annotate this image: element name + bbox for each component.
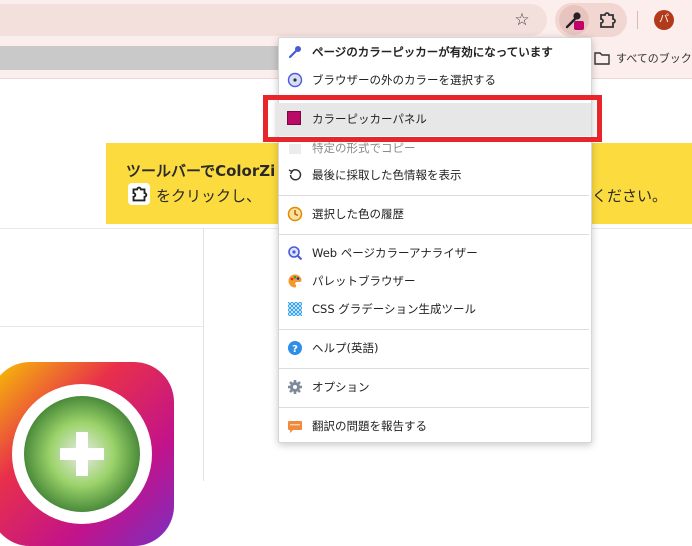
menu-item-label: ページのカラーピッカーが有効になっています: [312, 45, 553, 59]
folder-icon[interactable]: [593, 50, 611, 66]
banner-title: ツールバーでColorZi: [126, 162, 276, 180]
menu-item-screen-picker[interactable]: ブラウザーの外のカラーを選択する: [279, 68, 589, 92]
menu-item-report-translation[interactable]: 翻訳の問題を報告する: [279, 414, 589, 438]
pane-divider-vertical: [203, 228, 204, 481]
colorzilla-extension-button[interactable]: [559, 5, 589, 35]
menu-separator: [279, 407, 589, 408]
banner-text-end: ください。: [592, 187, 668, 205]
menu-item-help[interactable]: ? ヘルプ(英語): [279, 336, 589, 360]
menu-item-page-analyzer[interactable]: Web ページカラーアナライザー: [279, 241, 589, 265]
menu-item-label: 最後に採取した色情報を表示: [312, 168, 462, 182]
menu-item-page-picker[interactable]: ページのカラーピッカーが有効になっています: [279, 40, 589, 64]
menu-item-label: ブラウザーの外のカラーを選択する: [312, 73, 496, 87]
palette-icon: [287, 273, 303, 289]
clock-history-icon: [287, 206, 303, 222]
pane-divider-2: [0, 326, 203, 327]
help-icon: ?: [287, 340, 303, 356]
menu-item-label: 翻訳の問題を報告する: [312, 419, 427, 433]
gradient-icon: [287, 301, 303, 317]
banner-puzzle-icon: [128, 183, 150, 205]
menu-item-label: 選択した色の履歴: [312, 207, 404, 221]
menu-item-css-gradient[interactable]: CSS グラデーション生成ツール: [279, 297, 589, 321]
menu-item-palette-browser[interactable]: パレットブラウザー: [279, 269, 589, 293]
screen-picker-icon: [287, 72, 303, 88]
menu-item-label: パレットブラウザー: [312, 274, 416, 288]
colorzilla-logo-icon: [0, 362, 174, 546]
eyedropper-icon: [287, 44, 303, 60]
bookmark-star-icon[interactable]: ☆: [512, 10, 532, 30]
menu-separator: [279, 234, 589, 235]
extensions-puzzle-icon[interactable]: [595, 8, 619, 32]
svg-text:?: ?: [292, 344, 298, 355]
menu-item-color-history[interactable]: 選択した色の履歴: [279, 202, 589, 226]
highlight-annotation-box: [263, 95, 602, 142]
analyzer-magnifier-icon: [287, 245, 303, 261]
history-arrow-icon: [287, 167, 303, 183]
menu-separator: [279, 329, 589, 330]
profile-avatar[interactable]: パ: [654, 10, 674, 30]
menu-item-label: オプション: [312, 380, 370, 394]
menu-item-label: CSS グラデーション生成ツール: [312, 302, 477, 316]
copy-format-icon: [287, 140, 303, 156]
menu-item-last-color-info[interactable]: 最後に採取した色情報を表示: [279, 163, 589, 187]
report-icon: [287, 418, 303, 434]
all-bookmarks-link[interactable]: すべてのブックマ: [616, 50, 692, 66]
toolbar-divider: [637, 11, 638, 29]
menu-item-label: 特定の形式でコピー: [312, 141, 416, 155]
menu-item-label: Web ページカラーアナライザー: [312, 246, 478, 260]
bookmarks-redacted-area: [0, 46, 290, 70]
address-bar[interactable]: [0, 4, 547, 36]
menu-separator: [279, 195, 589, 196]
menu-item-options[interactable]: オプション: [279, 375, 589, 399]
menu-separator: [279, 368, 589, 369]
gear-icon: [287, 379, 303, 395]
banner-text: をクリックし、: [156, 187, 262, 205]
eyedropper-toolbar-icon: [565, 12, 584, 30]
menu-item-label: ヘルプ(英語): [312, 341, 379, 355]
